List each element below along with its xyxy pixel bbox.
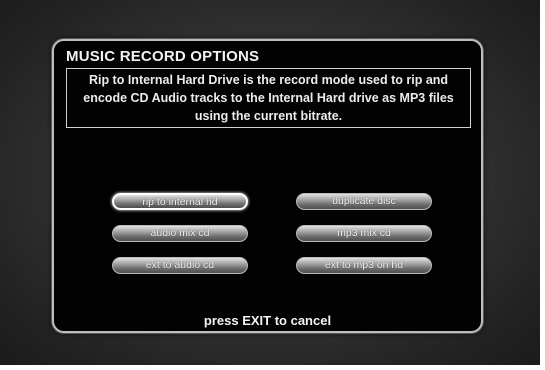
rip-to-internal-hd-button[interactable]: rip to internal hd (112, 193, 248, 210)
mp3-mix-cd-button[interactable]: mp3 mix cd (296, 225, 432, 242)
ext-to-mp3-on-hd-button[interactable]: ext to mp3 on hd (296, 257, 432, 274)
music-record-options-dialog: MUSIC RECORD OPTIONS Rip to Internal Har… (52, 39, 483, 333)
ext-to-audio-cd-button[interactable]: ext to audio cd (112, 257, 248, 274)
option-description: Rip to Internal Hard Drive is the record… (66, 68, 471, 128)
exit-hint: press EXIT to cancel (203, 313, 332, 328)
duplicate-disc-button[interactable]: duplicate disc (296, 193, 432, 210)
audio-mix-cd-button[interactable]: audio mix cd (112, 225, 248, 242)
dialog-title: MUSIC RECORD OPTIONS (66, 48, 260, 65)
tv-screen: MUSIC RECORD OPTIONS Rip to Internal Har… (0, 0, 540, 365)
